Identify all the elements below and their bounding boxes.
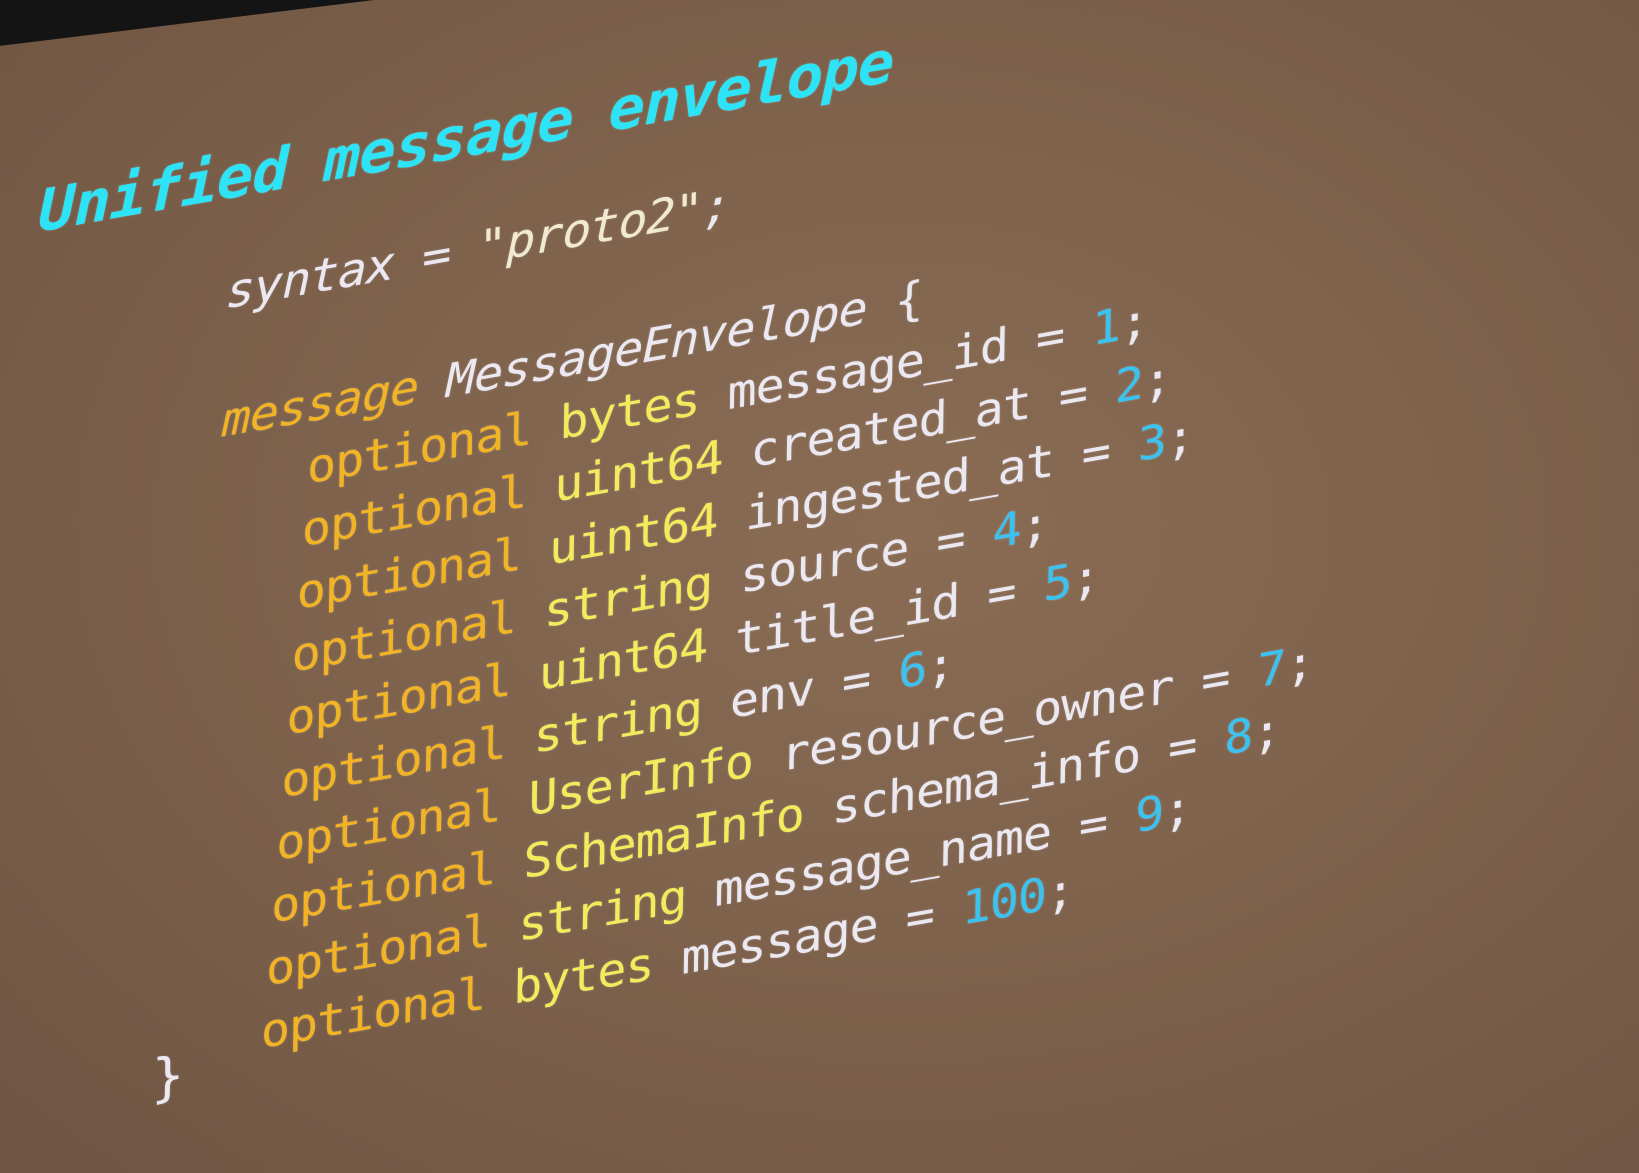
field-terminator: ; bbox=[1045, 861, 1075, 921]
field-terminator: ; bbox=[1285, 634, 1314, 694]
field-equals: = bbox=[1053, 417, 1139, 487]
field-number: 100 bbox=[961, 866, 1047, 936]
field-terminator: ; bbox=[1165, 407, 1195, 467]
code-slide: Unified message envelope syntax = "proto… bbox=[0, 0, 1639, 1173]
field-number: 5 bbox=[1043, 553, 1072, 613]
field-terminator: ; bbox=[1071, 548, 1100, 608]
field-terminator: ; bbox=[1162, 779, 1192, 839]
field-terminator: ; bbox=[1251, 701, 1281, 761]
syntax-equals: = bbox=[393, 220, 479, 290]
field-equals: = bbox=[908, 505, 993, 575]
field-equals: = bbox=[813, 645, 899, 715]
open-brace: { bbox=[894, 270, 924, 330]
field-number: 3 bbox=[1137, 412, 1167, 472]
field-number: 9 bbox=[1134, 784, 1164, 844]
field-number: 6 bbox=[897, 640, 927, 700]
field-equals: = bbox=[1007, 302, 1093, 372]
close-brace: } bbox=[150, 1044, 184, 1111]
field-equals: = bbox=[958, 558, 1044, 627]
field-terminator: ; bbox=[1119, 292, 1149, 352]
field-equals: = bbox=[1172, 644, 1258, 713]
syntax-value: "proto2" bbox=[477, 181, 703, 275]
syntax-keyword: syntax bbox=[225, 235, 395, 320]
field-terminator: ; bbox=[1020, 495, 1050, 555]
field-equals: = bbox=[877, 881, 963, 951]
field-number: 7 bbox=[1257, 639, 1286, 699]
syntax-line: syntax = "proto2"; bbox=[226, 176, 731, 319]
field-number: 1 bbox=[1091, 297, 1121, 357]
field-number: 8 bbox=[1223, 706, 1253, 766]
field-name: env bbox=[729, 660, 815, 730]
field-equals: = bbox=[1139, 711, 1225, 781]
field-terminator: ; bbox=[925, 635, 955, 695]
field-number: 4 bbox=[992, 500, 1021, 560]
field-terminator: ; bbox=[1142, 350, 1172, 410]
field-number: 2 bbox=[1114, 355, 1144, 415]
field-equals: = bbox=[1030, 360, 1116, 429]
slide-title: Unified message envelope bbox=[38, 26, 894, 246]
syntax-terminator: ; bbox=[702, 176, 731, 236]
field-equals: = bbox=[1050, 789, 1136, 859]
